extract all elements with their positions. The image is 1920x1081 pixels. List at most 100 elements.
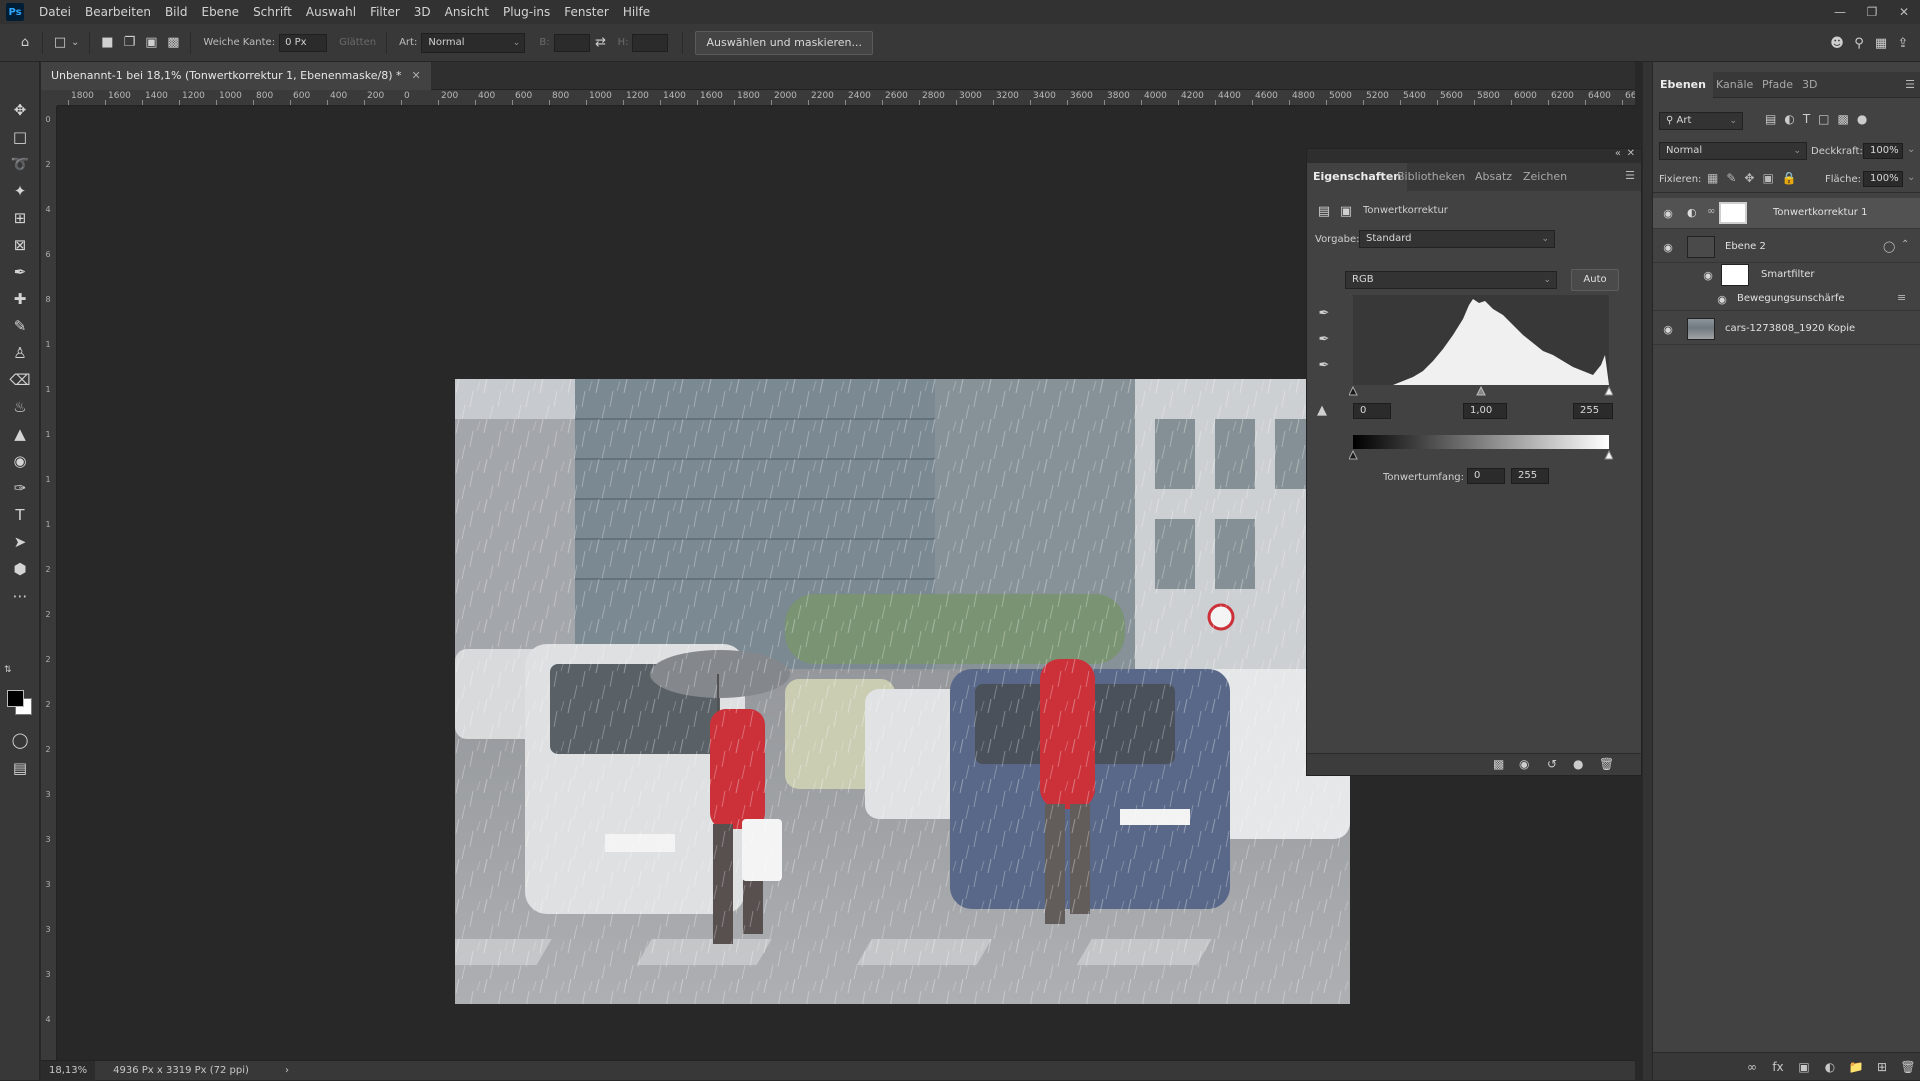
close-icon[interactable]: ✕ [1888, 0, 1920, 24]
fill-field[interactable]: 100% [1863, 171, 1903, 187]
visibility-icon[interactable]: ● [1573, 757, 1583, 771]
ruler-origin[interactable] [41, 90, 57, 106]
preset-select[interactable]: Standard ⌄ [1359, 230, 1555, 248]
workspace-icon[interactable]: ▦ [1870, 32, 1892, 54]
pen-tool-icon[interactable]: ✑ [0, 474, 40, 501]
new-adjustment-icon[interactable]: ◐ [1817, 1054, 1843, 1080]
new-selection-icon[interactable]: ■ [96, 32, 118, 54]
healing-brush-tool-icon[interactable]: ✚ [0, 285, 40, 312]
input-white-field[interactable]: 255 [1573, 403, 1613, 419]
height-input[interactable] [632, 33, 669, 52]
lasso-tool-icon[interactable]: ➰ [0, 150, 40, 177]
menu-plugins[interactable]: Plug-ins [496, 0, 557, 24]
blend-mode-select[interactable]: Normal ⌄ [1659, 142, 1807, 160]
lock-all-icon[interactable]: 🔒 [1782, 171, 1797, 185]
tab-kanaele[interactable]: Kanäle [1709, 72, 1760, 98]
layer-name[interactable]: Bewegungsunschärfe [1737, 288, 1845, 310]
type-tool-icon[interactable]: T [0, 501, 40, 528]
tab-absatz[interactable]: Absatz [1469, 163, 1518, 191]
menu-hilfe[interactable]: Hilfe [616, 0, 657, 24]
tab-bibliotheken[interactable]: Bibliotheken [1391, 163, 1471, 191]
output-white-field[interactable]: 255 [1511, 468, 1549, 484]
menu-bild[interactable]: Bild [158, 0, 195, 24]
type-layer-filter-icon[interactable]: T [1803, 112, 1810, 126]
restore-icon[interactable]: ❐ [1856, 0, 1888, 24]
panel-menu-icon[interactable]: ☰ [1625, 169, 1635, 182]
eye-icon[interactable]: ◉ [1661, 322, 1675, 336]
menu-schrift[interactable]: Schrift [246, 0, 299, 24]
feather-input[interactable]: 0 Px [279, 33, 328, 52]
chevron-down-icon[interactable]: ⌄ [1907, 172, 1915, 183]
layer-row-cars-kopie[interactable]: ◉ cars-1273808_1920 Kopie [1653, 314, 1920, 345]
collapse-icon[interactable]: « [1615, 148, 1621, 159]
dodge-tool-icon[interactable]: ◉ [0, 447, 40, 474]
menu-3d[interactable]: 3D [407, 0, 438, 24]
layer-mask-thumbnail[interactable] [1719, 202, 1747, 224]
chevron-up-icon[interactable]: ⌃ [1901, 239, 1909, 250]
panel-dock-strip[interactable] [1643, 62, 1652, 1080]
share-user-icon[interactable]: ☻ [1826, 32, 1848, 54]
antialias-checkbox[interactable]: Glätten [339, 37, 376, 48]
close-icon[interactable]: ✕ [1627, 148, 1635, 159]
filter-toggle-icon[interactable]: ● [1857, 112, 1867, 126]
adjustment-layer-filter-icon[interactable]: ◐ [1784, 112, 1794, 126]
zoom-level[interactable]: 18,13% [41, 1060, 96, 1081]
more-tools-icon[interactable]: ⋯ [0, 582, 40, 609]
layer-name[interactable]: Ebene 2 [1725, 232, 1766, 262]
menu-filter[interactable]: Filter [363, 0, 407, 24]
export-icon[interactable]: ⇪ [1892, 32, 1914, 54]
marquee-preset-icon[interactable]: □ [49, 32, 71, 54]
smart-object-filter-icon[interactable]: ▩ [1838, 112, 1849, 126]
menu-ebene[interactable]: Ebene [194, 0, 246, 24]
layer-row-bewegungsunschaerfe[interactable]: ◉ Bewegungsunschärfe ≡ [1653, 288, 1920, 311]
quick-mask-icon[interactable]: ◯ [0, 726, 40, 753]
document-tab[interactable]: Unbenannt-1 bei 18,1% (Tonwertkorrektur … [41, 62, 431, 90]
shape-tool-icon[interactable]: ⬢ [0, 555, 40, 582]
layer-name[interactable]: Tonwertkorrektur 1 [1773, 198, 1867, 228]
output-level-slider[interactable] [1349, 449, 1613, 461]
panel-header[interactable]: « ✕ [1307, 148, 1641, 163]
swap-colors-icon[interactable]: ⇅ [4, 665, 12, 675]
chevron-down-icon[interactable]: ⌄ [1907, 144, 1915, 155]
input-gamma-field[interactable]: 1,00 [1463, 403, 1507, 419]
paint-bucket-tool-icon[interactable]: ♨ [0, 393, 40, 420]
gray-point-eyedropper-icon[interactable]: ✒ [1315, 330, 1333, 348]
lock-artboard-icon[interactable]: ▣ [1762, 171, 1773, 185]
magic-wand-tool-icon[interactable]: ✦ [0, 177, 40, 204]
filter-options-icon[interactable]: ≡ [1897, 291, 1906, 304]
new-layer-icon[interactable]: ⊞ [1869, 1054, 1895, 1080]
layer-filter-select[interactable]: ⚲ Art ⌄ [1659, 112, 1743, 130]
document-image[interactable] [455, 379, 1350, 1004]
lock-position-icon[interactable]: ✥ [1744, 171, 1754, 185]
select-and-mask-button[interactable]: Auswählen und maskieren... [695, 30, 874, 55]
eyedropper-tool-icon[interactable]: ✒ [0, 258, 40, 285]
intersect-selection-icon[interactable]: ▩ [162, 32, 184, 54]
screen-mode-icon[interactable]: ▤ [0, 754, 40, 781]
layer-row-tonwertkorrektur[interactable]: ◉ ◐ ∞ Tonwertkorrektur 1 [1653, 198, 1920, 229]
layer-row-smartfilter[interactable]: ◉ Smartfilter [1653, 262, 1920, 288]
mask-icon[interactable]: ▣ [1337, 202, 1355, 220]
link-layers-icon[interactable]: ∞ [1739, 1054, 1765, 1080]
width-input[interactable] [553, 33, 590, 52]
filter-mask-thumbnail[interactable] [1721, 264, 1749, 286]
view-previous-state-icon[interactable]: ◉ [1519, 757, 1529, 771]
shape-layer-filter-icon[interactable]: □ [1818, 112, 1829, 126]
new-group-icon[interactable]: 📁 [1843, 1054, 1869, 1080]
swap-icon[interactable]: ⇄ [590, 32, 612, 54]
home-icon[interactable]: ⌂ [14, 32, 36, 54]
reset-icon[interactable]: ↺ [1547, 757, 1557, 771]
trash-icon[interactable]: 🗑 [1895, 1054, 1920, 1080]
brush-tool-icon[interactable]: ✎ [0, 312, 40, 339]
layer-name[interactable]: Smartfilter [1761, 262, 1815, 288]
move-tool-icon[interactable]: ✥ [0, 96, 40, 123]
path-selection-tool-icon[interactable]: ➤ [0, 528, 40, 555]
menu-auswahl[interactable]: Auswahl [299, 0, 363, 24]
style-select[interactable]: Normal ⌄ [421, 32, 526, 53]
clipping-warning-icon[interactable]: ▲ [1313, 401, 1331, 419]
clip-to-layer-icon[interactable]: ▩ [1493, 757, 1504, 771]
menu-fenster[interactable]: Fenster [557, 0, 616, 24]
channel-select[interactable]: RGB ⌄ [1345, 271, 1557, 289]
white-point-eyedropper-icon[interactable]: ✒ [1315, 356, 1333, 374]
auto-button[interactable]: Auto [1571, 269, 1619, 291]
chevron-right-icon[interactable]: › [277, 1065, 297, 1076]
